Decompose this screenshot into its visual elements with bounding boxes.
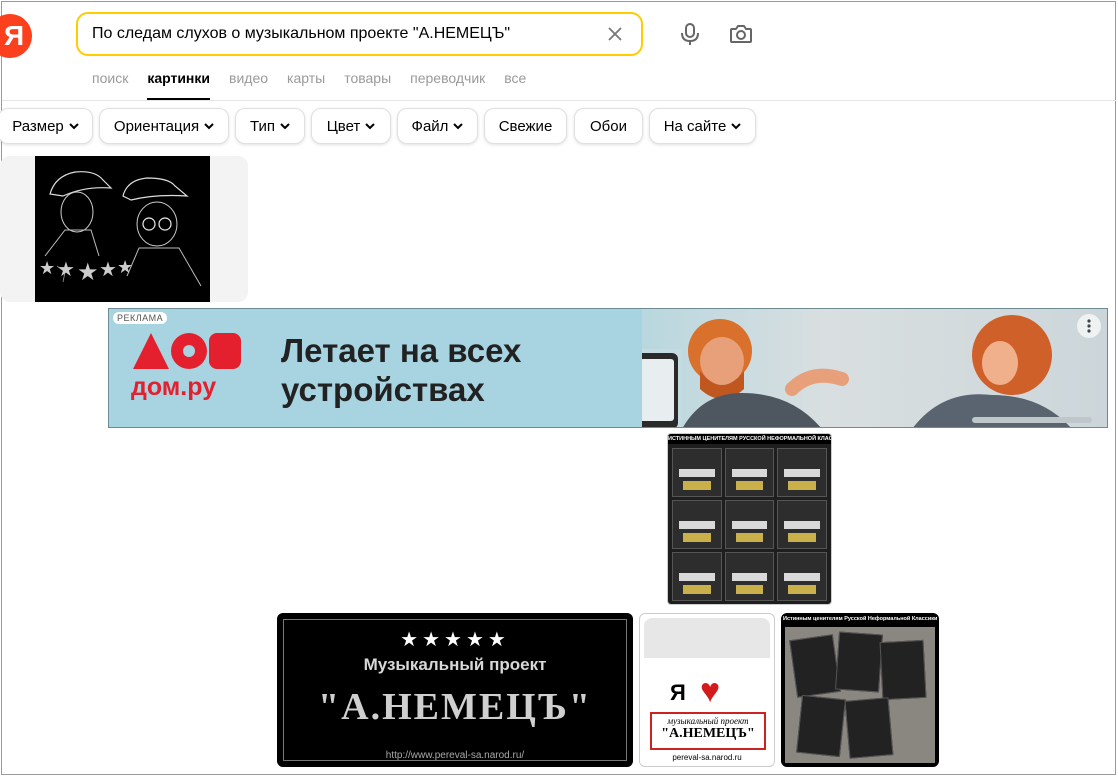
cd-cover <box>796 694 846 758</box>
chevron-down-icon <box>731 123 742 130</box>
ad-options-button[interactable] <box>1077 314 1101 338</box>
image-result-cds[interactable]: ИСТИННЫМ ЦЕНИТЕЛЯМ РУССКОЙ НЕФОРМАЛЬНОЙ … <box>667 433 832 605</box>
heart-icon: ♥ <box>700 672 721 710</box>
cd-cover <box>844 697 894 759</box>
tshirt-line-2: "А.НЕМЕЦЪ" <box>661 726 755 741</box>
image-result-tshirt[interactable]: Я ♥ музыкальный проект "А.НЕМЕЦЪ" pereva… <box>639 613 775 767</box>
domru-logo-icon <box>133 333 241 369</box>
cd-cover <box>672 552 722 601</box>
chevron-down-icon <box>453 123 464 130</box>
tab-search[interactable]: поиск <box>92 70 128 100</box>
tshirt-url: pereval-sa.narod.ru <box>672 753 742 762</box>
image-result-cds-photo[interactable]: Истинным ценителям Русской Неформальной … <box>781 613 939 767</box>
ad-badge: РЕКЛАМА <box>113 312 168 324</box>
svg-text:★: ★ <box>117 257 133 278</box>
filter-label: Обои <box>590 117 627 135</box>
ad-brand: дом.ру <box>131 373 217 401</box>
filter-size[interactable]: Размер <box>0 108 93 144</box>
ad-headline-line-2: устройствах <box>281 371 485 408</box>
ad-people-illustration <box>636 315 1092 427</box>
header-divider <box>2 100 1116 101</box>
search-bar <box>76 12 643 56</box>
filter-label: Тип <box>249 117 275 135</box>
tab-translator[interactable]: переводчик <box>410 70 485 100</box>
cd-cover <box>777 448 827 497</box>
svg-text:★: ★ <box>57 257 75 281</box>
filter-label: Ориентация <box>113 117 200 135</box>
cds-photo <box>785 627 935 763</box>
svg-text:★: ★ <box>39 258 55 279</box>
tab-video[interactable]: видео <box>229 70 268 100</box>
cd-cover <box>672 448 722 497</box>
cd-cover <box>835 631 883 693</box>
tab-all[interactable]: все <box>504 70 526 100</box>
banner-url: http://www.pereval-sa.narod.ru/ <box>385 750 525 761</box>
ad-photo <box>636 309 1107 427</box>
cd-grid <box>668 444 831 604</box>
filter-label: Размер <box>12 117 64 135</box>
filter-label: Свежие <box>498 117 553 135</box>
voice-search-button[interactable] <box>676 20 704 48</box>
cd-cover <box>777 500 827 549</box>
filter-label: Цвет <box>326 117 361 135</box>
tshirt-ya: Я <box>670 680 686 705</box>
filter-file[interactable]: Файл <box>397 108 478 144</box>
chevron-down-icon <box>69 123 79 130</box>
ad-banner[interactable]: РЕКЛАМА дом.ру Летает на всех устройства… <box>108 308 1108 428</box>
image-result-spies[interactable]: ★ ★ ★ ★ ★ <box>35 156 210 302</box>
tshirt-label-box: музыкальный проект "А.НЕМЕЦЪ" <box>650 712 766 750</box>
star-rating: ★★★★★ <box>400 629 510 651</box>
cd-cover <box>672 500 722 549</box>
cd-cover <box>879 639 927 701</box>
clear-search-button[interactable] <box>603 22 627 46</box>
tab-images[interactable]: картинки <box>147 70 211 100</box>
banner-line-2: "А.НЕМЕЦЪ" <box>318 686 592 728</box>
tshirt-shape <box>644 618 770 658</box>
svg-text:★: ★ <box>99 257 117 281</box>
tshirt-line-1: музыкальный проект <box>667 716 749 726</box>
cd-cover <box>789 634 841 698</box>
chevron-down-icon <box>280 123 290 130</box>
tab-products[interactable]: товары <box>344 70 391 100</box>
cd-cover <box>724 552 775 601</box>
tab-maps[interactable]: карты <box>287 70 325 100</box>
image-search-button[interactable] <box>727 20 755 48</box>
search-tabs: поиск картинки видео карты товары перево… <box>92 70 545 100</box>
filter-color[interactable]: Цвет <box>311 108 391 144</box>
search-input[interactable] <box>92 25 603 43</box>
close-icon <box>608 27 622 41</box>
result-caption: ИСТИННЫМ ЦЕНИТЕЛЯМ РУССКОЙ НЕФОРМАЛЬНОЙ … <box>668 434 831 444</box>
image-result-banner[interactable]: ★★★★★ Музыкальный проект "А.НЕМЕЦЪ" http… <box>277 613 633 767</box>
filter-on-site[interactable]: На сайте <box>649 108 756 144</box>
filter-orientation[interactable]: Ориентация <box>99 108 229 144</box>
filter-type[interactable]: Тип <box>235 108 305 144</box>
cd-cover <box>724 500 775 549</box>
ad-headline: Летает на всех устройствах <box>281 331 521 409</box>
result-caption: Истинным ценителям Русской Неформальной … <box>783 616 938 622</box>
filter-label: Файл <box>411 117 449 135</box>
filter-wallpapers[interactable]: Обои <box>574 108 643 144</box>
spies-illustration: ★ ★ ★ ★ ★ <box>39 171 202 287</box>
more-vertical-icon <box>1087 319 1091 333</box>
filter-label: На сайте <box>663 117 727 135</box>
chevron-down-icon <box>365 123 376 130</box>
chevron-down-icon <box>204 123 214 130</box>
svg-text:★: ★ <box>77 258 99 286</box>
banner-line-1: Музыкальный проект <box>363 655 547 674</box>
ad-headline-line-1: Летает на всех <box>281 332 522 369</box>
camera-icon <box>730 25 752 43</box>
filter-fresh[interactable]: Свежие <box>484 108 567 144</box>
cd-cover <box>777 552 827 601</box>
cd-cover <box>724 448 775 497</box>
microphone-icon <box>681 23 699 45</box>
